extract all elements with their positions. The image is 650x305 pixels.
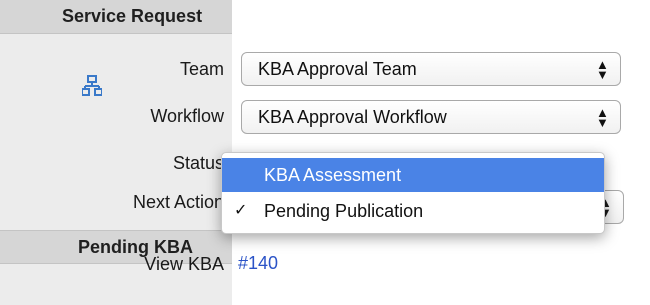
status-label: Status (172, 153, 224, 173)
team-select-value: KBA Approval Team (258, 59, 417, 79)
workflow-label: Workflow (150, 106, 224, 126)
status-dropdown-menu: KBA Assessment ✓ Pending Publication (221, 152, 605, 234)
next-action-label: Next Action (132, 192, 224, 212)
menu-item-pending-publication[interactable]: ✓ Pending Publication (222, 194, 604, 228)
select-arrows-icon: ▲ ▼ (596, 105, 609, 130)
view-kba-label: View KBA (144, 254, 224, 274)
team-label: Team (179, 59, 224, 79)
menu-item-label: Pending Publication (264, 201, 424, 221)
team-select[interactable]: KBA Approval Team ▲ ▼ (241, 52, 621, 86)
workflow-select[interactable]: KBA Approval Workflow ▲ ▼ (241, 100, 621, 134)
checkmark-icon: ✓ (234, 202, 248, 219)
service-request-header: Service Request (0, 0, 232, 34)
select-arrows-icon: ▲ ▼ (596, 57, 609, 82)
kba-link[interactable]: #140 (238, 253, 278, 274)
workflow-hierarchy-icon[interactable] (82, 75, 102, 97)
menu-item-kba-assessment[interactable]: KBA Assessment (222, 158, 604, 192)
workflow-select-value: KBA Approval Workflow (258, 107, 447, 127)
menu-item-label: KBA Assessment (264, 165, 402, 185)
